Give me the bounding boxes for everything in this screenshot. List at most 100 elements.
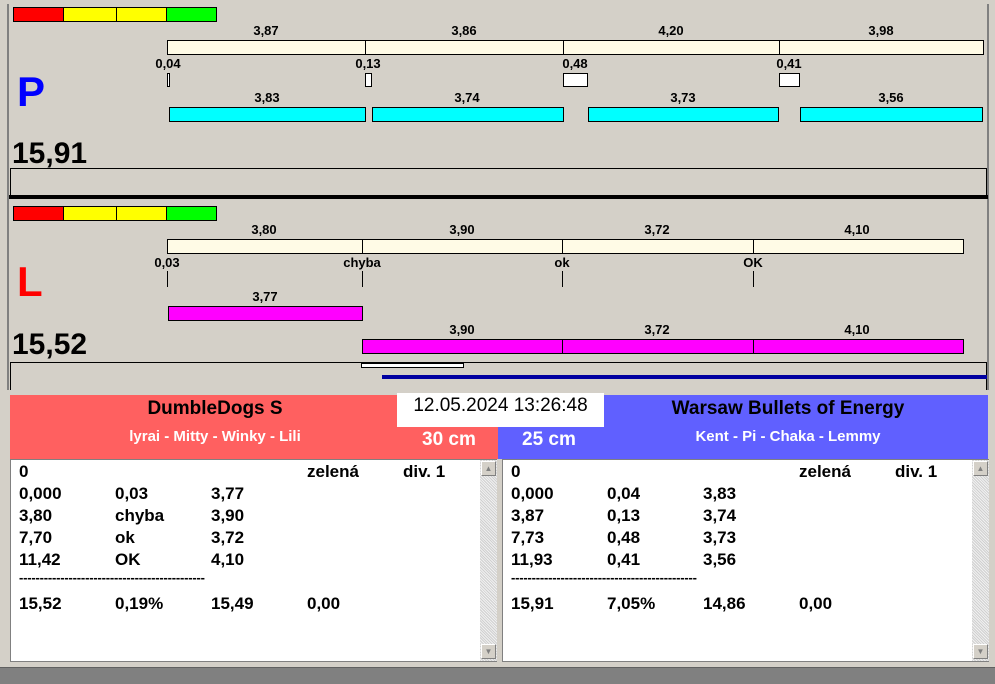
cell-text: 3,74 bbox=[703, 506, 737, 525]
result-bar bbox=[168, 306, 363, 321]
bar-label: 3,90 bbox=[449, 322, 475, 337]
result-bar bbox=[753, 339, 964, 354]
list-header: zelená bbox=[307, 462, 359, 481]
cell-text: 0,03 bbox=[115, 484, 149, 503]
right-results-list[interactable]: 0 zelená div. 1 0,000 0,04 3,83 3,87 0,13 3,… bbox=[502, 459, 989, 662]
result-bar bbox=[372, 107, 564, 122]
bar-label: 3,83 bbox=[254, 90, 280, 105]
divider bbox=[9, 195, 988, 199]
scrollbar[interactable]: ▲ ▼ bbox=[480, 460, 497, 661]
cell-text: 3,80 bbox=[19, 506, 53, 525]
gap-box bbox=[365, 73, 372, 87]
cell-text: 0,48 bbox=[607, 528, 641, 547]
segment-label: 3,98 bbox=[868, 23, 894, 38]
color-scale-green bbox=[166, 7, 217, 22]
bar-label: 3,74 bbox=[454, 90, 480, 105]
gap-tick bbox=[167, 271, 168, 287]
gap-label: ok bbox=[554, 255, 570, 270]
gap-label: 0,04 bbox=[155, 56, 181, 71]
cell-text: chyba bbox=[115, 506, 165, 525]
bar-label: 3,73 bbox=[670, 90, 696, 105]
status-bar bbox=[0, 667, 995, 684]
cell-text: 3,56 bbox=[703, 550, 737, 569]
separator: ----------------------------------------… bbox=[511, 570, 697, 585]
gap-label: 0,41 bbox=[776, 56, 802, 71]
right-team-distance: 25 cm bbox=[522, 429, 576, 450]
cell-text: 7,70 bbox=[19, 528, 53, 547]
result-bar bbox=[362, 339, 563, 354]
cell-text: 0,000 bbox=[511, 484, 554, 503]
color-scale-red bbox=[13, 206, 64, 221]
progress-line bbox=[382, 375, 987, 379]
datetime: 12.05.2024 13:26:48 bbox=[397, 393, 604, 427]
cell-text: 0,41 bbox=[607, 550, 641, 569]
cell-text: 3,90 bbox=[211, 506, 245, 525]
right-team-members: Kent - Pi - Chaka - Lemmy bbox=[695, 428, 881, 445]
color-scale-yellow bbox=[116, 206, 167, 221]
cell-text: 15,91 bbox=[511, 594, 554, 613]
cell-text: 7,73 bbox=[511, 528, 545, 547]
scroll-down-icon[interactable]: ▼ bbox=[481, 644, 496, 659]
cell-text: 14,86 bbox=[703, 594, 746, 613]
reference-bar bbox=[167, 40, 366, 55]
result-bar bbox=[169, 107, 366, 122]
cell-text: 7,05% bbox=[607, 594, 656, 613]
cell-text: 3,87 bbox=[511, 506, 545, 525]
cell-text: 0,04 bbox=[607, 484, 641, 503]
right-team-name: Warsaw Bullets of Energy bbox=[671, 398, 905, 419]
cell-text: 0,19% bbox=[115, 594, 164, 613]
timeline-line bbox=[10, 168, 987, 196]
panel-total: 15,91 bbox=[12, 137, 88, 170]
scroll-up-icon[interactable]: ▲ bbox=[973, 461, 988, 476]
cell-text: 15,49 bbox=[211, 594, 254, 613]
bar-label: 3,72 bbox=[644, 322, 670, 337]
gap-box bbox=[167, 73, 170, 87]
result-bar bbox=[800, 107, 983, 122]
list-header: div. 1 bbox=[895, 462, 938, 481]
result-bar bbox=[588, 107, 779, 122]
cell-text: 3,72 bbox=[211, 528, 245, 547]
cell-text: 0,00 bbox=[799, 594, 833, 613]
reference-bar bbox=[779, 40, 984, 55]
left-team-distance: 30 cm bbox=[422, 429, 476, 450]
cell-text: 11,93 bbox=[511, 550, 553, 569]
panel-letter-p: P bbox=[17, 68, 46, 115]
gap-tick bbox=[562, 271, 563, 287]
reference-bar bbox=[563, 40, 780, 55]
segment-label: 3,87 bbox=[253, 23, 279, 38]
gap-box bbox=[563, 73, 588, 87]
reference-bar bbox=[562, 239, 754, 254]
segment-label: 3,80 bbox=[251, 222, 277, 237]
segment-label: 3,72 bbox=[644, 222, 670, 237]
scroll-up-icon[interactable]: ▲ bbox=[481, 461, 496, 476]
list-header: 0 bbox=[511, 462, 521, 481]
panel-letter-l: L bbox=[17, 258, 43, 305]
segment-label: 4,10 bbox=[844, 222, 870, 237]
reference-bar bbox=[167, 239, 363, 254]
cell-text: 11,42 bbox=[19, 550, 61, 569]
scroll-down-icon[interactable]: ▼ bbox=[973, 644, 988, 659]
cell-text: 4,10 bbox=[211, 550, 245, 569]
reference-bar bbox=[753, 239, 964, 254]
result-bar bbox=[562, 339, 754, 354]
list-header: zelená bbox=[799, 462, 851, 481]
separator: ----------------------------------------… bbox=[19, 570, 205, 585]
reference-bar bbox=[365, 40, 564, 55]
bar-label: 3,77 bbox=[252, 289, 278, 304]
left-results-list[interactable]: 0 zelená div. 1 0,000 0,03 3,77 3,80 chyba 3… bbox=[10, 459, 497, 662]
scrollbar[interactable]: ▲ ▼ bbox=[972, 460, 989, 661]
cell-text: 3,77 bbox=[211, 484, 245, 503]
list-header: div. 1 bbox=[403, 462, 446, 481]
gap-box bbox=[779, 73, 800, 87]
cell-text: 0,00 bbox=[307, 594, 341, 613]
cell-text: 3,73 bbox=[703, 528, 737, 547]
gap-label: chyba bbox=[343, 255, 381, 270]
cell-text: 0,13 bbox=[607, 506, 641, 525]
list-header: 0 bbox=[19, 462, 29, 481]
gap-label: OK bbox=[743, 255, 763, 270]
cell-text: ok bbox=[115, 528, 135, 547]
gap-label: 0,03 bbox=[154, 255, 180, 270]
color-scale-yellow bbox=[116, 7, 167, 22]
gap-tick bbox=[753, 271, 754, 287]
bar-label: 4,10 bbox=[844, 322, 870, 337]
